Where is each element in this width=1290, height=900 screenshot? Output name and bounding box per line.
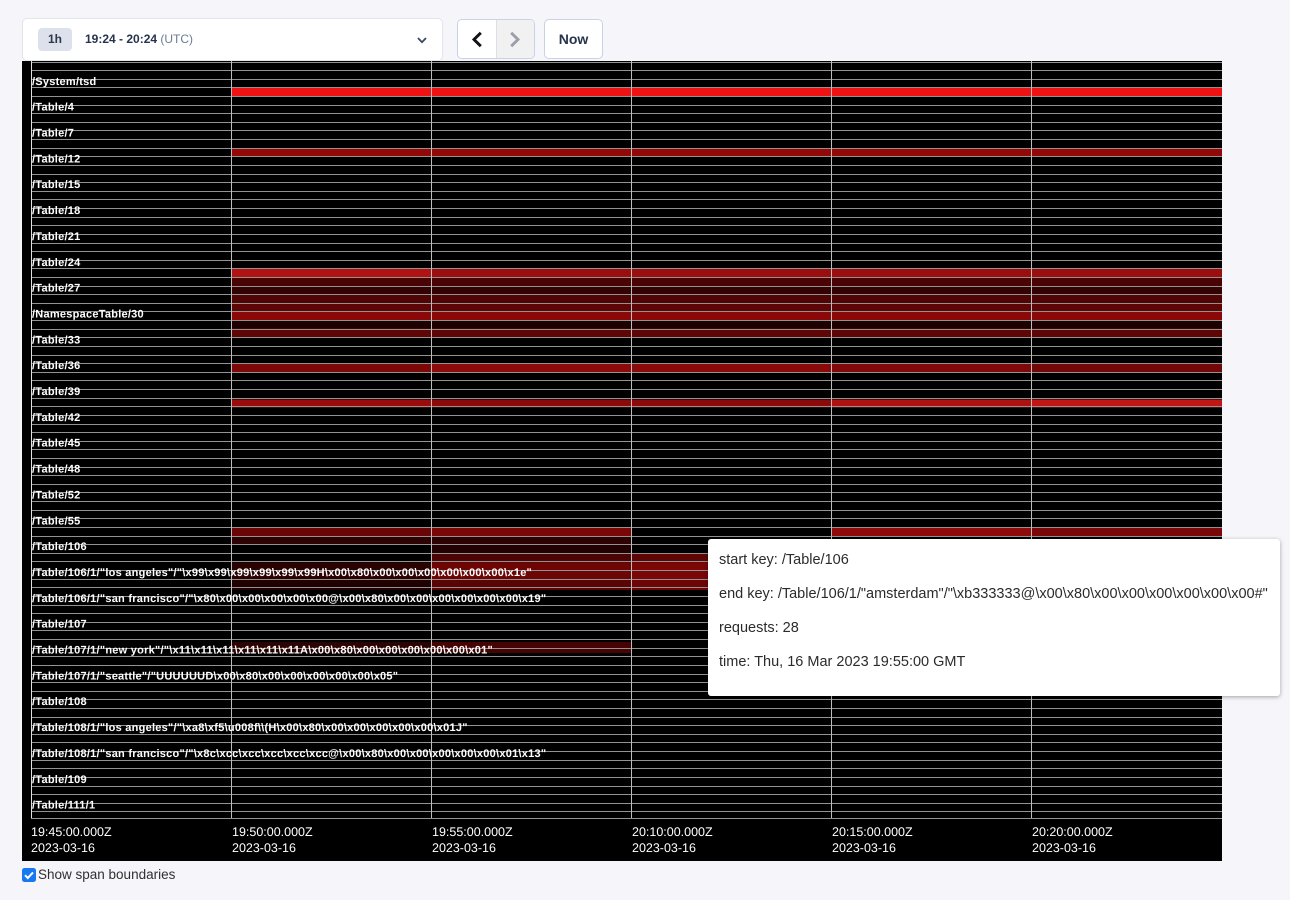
svg-text:19:45:00.000Z: 19:45:00.000Z bbox=[31, 825, 112, 839]
svg-text:/Table/18: /Table/18 bbox=[32, 205, 81, 217]
svg-text:/Table/21: /Table/21 bbox=[32, 231, 81, 243]
svg-text:19:50:00.000Z: 19:50:00.000Z bbox=[232, 825, 313, 839]
svg-text:/Table/107: /Table/107 bbox=[32, 619, 87, 631]
svg-text:/Table/27: /Table/27 bbox=[32, 283, 81, 295]
svg-text:2023-03-16: 2023-03-16 bbox=[432, 841, 496, 855]
svg-text:2023-03-16: 2023-03-16 bbox=[632, 841, 696, 855]
svg-text:/Table/108/1/"san francisco"/": /Table/108/1/"san francisco"/"\x8c\xcc\x… bbox=[32, 748, 546, 760]
svg-text:/Table/108: /Table/108 bbox=[32, 696, 87, 708]
svg-text:/Table/24: /Table/24 bbox=[32, 257, 81, 269]
svg-text:/Table/39: /Table/39 bbox=[32, 386, 81, 398]
svg-text:2023-03-16: 2023-03-16 bbox=[232, 841, 296, 855]
svg-text:/Table/36: /Table/36 bbox=[32, 360, 81, 372]
svg-text:/Table/4: /Table/4 bbox=[32, 102, 75, 114]
svg-text:2023-03-16: 2023-03-16 bbox=[31, 841, 95, 855]
svg-text:/Table/12: /Table/12 bbox=[32, 153, 81, 165]
svg-text:/Table/106/1/"los angeles"/"\x: /Table/106/1/"los angeles"/"\x99\x99\x99… bbox=[32, 567, 532, 579]
svg-text:2023-03-16: 2023-03-16 bbox=[1032, 841, 1096, 855]
svg-text:/System/tsd: /System/tsd bbox=[32, 76, 97, 88]
svg-text:/Table/107/1/"new york"/"\x11\: /Table/107/1/"new york"/"\x11\x11\x11\x1… bbox=[32, 645, 493, 657]
svg-text:/NamespaceTable/30: /NamespaceTable/30 bbox=[32, 308, 144, 320]
svg-text:/Table/42: /Table/42 bbox=[32, 412, 81, 424]
svg-text:/Table/33: /Table/33 bbox=[32, 334, 81, 346]
svg-text:19:55:00.000Z: 19:55:00.000Z bbox=[432, 825, 513, 839]
svg-text:/Table/106: /Table/106 bbox=[32, 541, 87, 553]
svg-text:/Table/109: /Table/109 bbox=[32, 774, 87, 786]
svg-text:/Table/55: /Table/55 bbox=[32, 515, 81, 527]
svg-text:/Table/111/1: /Table/111/1 bbox=[32, 800, 95, 812]
svg-text:2023-03-16: 2023-03-16 bbox=[832, 841, 896, 855]
svg-text:/Table/106/1/"san francisco"/": /Table/106/1/"san francisco"/"\x80\x00\x… bbox=[32, 593, 546, 605]
svg-text:/Table/107/1/"seattle"/"UUUUUU: /Table/107/1/"seattle"/"UUUUUUD\x00\x80\… bbox=[32, 670, 398, 682]
svg-text:20:15:00.000Z: 20:15:00.000Z bbox=[832, 825, 913, 839]
svg-text:/Table/7: /Table/7 bbox=[32, 128, 74, 140]
svg-text:/Table/108/1/"los angeles"/"\x: /Table/108/1/"los angeles"/"\xa8\xf5\u00… bbox=[32, 722, 468, 734]
svg-text:/Table/52: /Table/52 bbox=[32, 489, 81, 501]
svg-text:20:20:00.000Z: 20:20:00.000Z bbox=[1032, 825, 1113, 839]
svg-text:20:10:00.000Z: 20:10:00.000Z bbox=[632, 825, 713, 839]
svg-text:/Table/15: /Table/15 bbox=[32, 179, 81, 191]
svg-text:/Table/48: /Table/48 bbox=[32, 464, 81, 476]
svg-text:/Table/45: /Table/45 bbox=[32, 438, 81, 450]
